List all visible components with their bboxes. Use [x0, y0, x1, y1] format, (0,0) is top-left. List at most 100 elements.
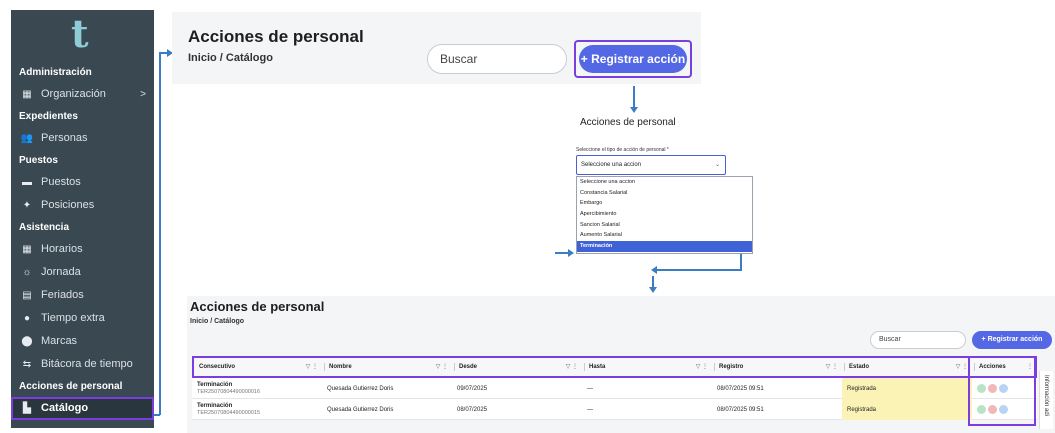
cell-consecutivo: Terminación TER25070804490000015 — [192, 399, 322, 420]
sun-clock-icon: ☼ — [22, 267, 32, 278]
page-title: Acciones de personal — [188, 27, 364, 46]
folder-icon: ▙ — [23, 403, 31, 414]
logo-t-icon: t — [71, 11, 89, 56]
cell-nombre: Quesada Gutierrez Doris — [327, 406, 394, 413]
sidebar-item-puestos[interactable]: ▬ Puestos — [11, 171, 154, 194]
column-header[interactable]: Estado ▽ ⋮ — [844, 358, 975, 376]
action-type: Terminación — [197, 382, 233, 388]
sidebar-section-title: Acciones de personal — [19, 381, 123, 392]
sidebar-item-label: Puestos — [41, 176, 81, 188]
sidebar: t Administración ▦ Organización > Expediente… — [11, 10, 154, 428]
cell-estado: Registrada — [842, 399, 972, 420]
cell-registro: 08/07/2025 09:51 — [717, 406, 764, 413]
modal-title: Acciones de personal — [580, 117, 676, 128]
column-header-label: Desde — [459, 364, 478, 370]
cell-nombre: Quesada Gutierrez Doris — [327, 385, 394, 392]
table-row[interactable]: Terminación TER25070804490000016 Quesada G… — [192, 378, 1037, 399]
sidebar-item-label: Personas — [41, 132, 88, 144]
column-header[interactable]: Consecutivo ▽ ⋮ — [194, 358, 325, 376]
column-header-label: Nombre — [329, 364, 352, 370]
connector-arrow — [649, 287, 657, 293]
breadcrumb[interactable]: Inicio / Catálogo — [188, 52, 273, 64]
top-page-header: Acciones de personal Inicio / Catálogo B… — [172, 12, 701, 84]
connector-line — [159, 52, 161, 415]
sidebar-item-catálogo[interactable]: ▙ Catálogo — [11, 397, 154, 420]
column-header-label: Registro — [719, 364, 744, 370]
action-type-option[interactable]: Terminación — [577, 241, 752, 252]
sidebar-item-personas[interactable]: 👥 Personas — [11, 127, 154, 150]
sidebar-menu: Administración ▦ Organización > Expedientes 👥… — [11, 62, 154, 420]
table-header: Consecutivo ▽ ⋮ Nombre ▽ ⋮ Desde ▽ ⋮ Hasta ▽ ⋮ R… — [192, 356, 1037, 378]
clock-icon: ● — [23, 313, 31, 324]
briefcase-icon: ▬ — [22, 177, 32, 188]
action-code: TER25070804490000016 — [197, 389, 261, 395]
bottom-page: Acciones de personal Inicio / Catálogo B… — [187, 296, 1055, 433]
calendar-day-icon: ▤ — [22, 290, 32, 301]
sidebar-item-label: Jornada — [41, 266, 81, 278]
column-header[interactable]: Hasta ▽ ⋮ — [584, 358, 715, 376]
table-body: Terminación TER25070804490000016 Quesada G… — [192, 378, 1037, 420]
register-action-button[interactable]: + Registrar acción — [579, 45, 687, 73]
cell-consecutivo: Terminación TER25070804490000016 — [192, 378, 322, 399]
column-header-label: Estado — [849, 364, 870, 370]
action-type-label: Seleccione el tipo de acción de personal… — [576, 147, 669, 153]
action-type-option[interactable]: Embargo — [577, 198, 752, 209]
action-type-options: Seleccione una accion Constancia Salarial… — [576, 176, 753, 254]
filter-menu-icon[interactable]: ▽ ⋮ — [566, 358, 578, 376]
sidebar-item-organización[interactable]: ▦ Organización > — [11, 83, 154, 106]
action-type-option[interactable]: Apercibimiento — [577, 209, 752, 220]
filter-menu-icon[interactable]: ▽ ⋮ — [696, 358, 708, 376]
cell-desde: 08/07/2025 — [457, 406, 488, 413]
filter-menu-icon[interactable]: ▽ ⋮ — [436, 358, 448, 376]
sidebar-item-feriados[interactable]: ▤ Feriados — [11, 284, 154, 307]
sidebar-item-horarios[interactable]: ▦ Horarios — [11, 238, 154, 261]
connector-line — [657, 269, 742, 271]
sidebar-item-label: Catálogo — [41, 402, 89, 414]
column-header[interactable]: Desde ▽ ⋮ — [454, 358, 585, 376]
sidebar-item-jornada[interactable]: ☼ Jornada — [11, 261, 154, 284]
sidebar-item-posiciones[interactable]: ✦ Posiciones — [11, 194, 154, 217]
people-icon: 👥 — [20, 133, 34, 144]
column-header[interactable]: Nombre ▽ ⋮ — [324, 358, 455, 376]
cell-desde: 09/07/2025 — [457, 385, 488, 392]
sidebar-section-title: Administración — [19, 67, 92, 78]
sidebar-section-title: Puestos — [19, 155, 58, 166]
connector-line — [555, 252, 569, 254]
sidebar-item-label: Bitácora de tiempo — [41, 358, 133, 370]
actions-column-highlight — [968, 356, 1036, 426]
sidebar-item-label: Marcas — [41, 335, 78, 347]
sidebar-item-marcas[interactable]: ⬤ Marcas — [11, 330, 154, 353]
cell-registro: 08/07/2025 09:51 — [717, 385, 764, 392]
column-header-label: Hasta — [589, 364, 606, 370]
select-value: Seleccione una accion — [581, 162, 642, 168]
breadcrumb[interactable]: Inicio / Catálogo — [190, 318, 244, 325]
building-icon: ▦ — [22, 89, 32, 100]
action-type-option[interactable]: Aumento Salarial — [577, 230, 752, 241]
sidebar-item-bitácora-de-tiempo[interactable]: ⇆ Bitácora de tiempo — [11, 353, 154, 376]
column-header[interactable]: Registro ▽ ⋮ — [714, 358, 845, 376]
action-type-option[interactable]: Constancia Salarial — [577, 188, 752, 199]
filter-menu-icon[interactable]: ▽ ⋮ — [306, 358, 318, 376]
sidebar-item-tiempo-extra[interactable]: ● Tiempo extra — [11, 307, 154, 330]
app-logo[interactable]: t — [11, 10, 154, 62]
search-input[interactable]: Buscar — [427, 44, 567, 74]
connector-arrow — [568, 249, 574, 257]
filter-menu-icon[interactable]: ▽ ⋮ — [826, 358, 838, 376]
register-action-highlight: + Registrar acción — [574, 40, 692, 78]
chevron-right-icon: > — [140, 89, 146, 100]
action-type: Terminación — [197, 403, 233, 409]
action-type-option[interactable]: Sancion Salarial — [577, 220, 752, 231]
register-action-button[interactable]: + Registrar acción — [972, 331, 1052, 349]
calendar-icon: ▦ — [22, 244, 32, 255]
filter-menu-icon[interactable]: ▽ ⋮ — [956, 358, 968, 376]
info-side-tab[interactable]: Información adi — [1039, 371, 1053, 429]
action-code: TER25070804490000015 — [197, 410, 261, 416]
location-pin-icon: ⬤ — [21, 336, 33, 347]
search-input[interactable]: Buscar — [870, 331, 966, 349]
action-type-select[interactable]: Seleccione una accion ⌄ — [576, 155, 726, 175]
table-row[interactable]: Terminación TER25070804490000015 Quesada G… — [192, 399, 1037, 420]
sidebar-item-label: Organización — [41, 88, 106, 100]
cell-hasta: — — [587, 406, 593, 413]
action-type-option[interactable]: Seleccione una accion — [577, 177, 752, 188]
connector-arrow — [651, 266, 657, 274]
